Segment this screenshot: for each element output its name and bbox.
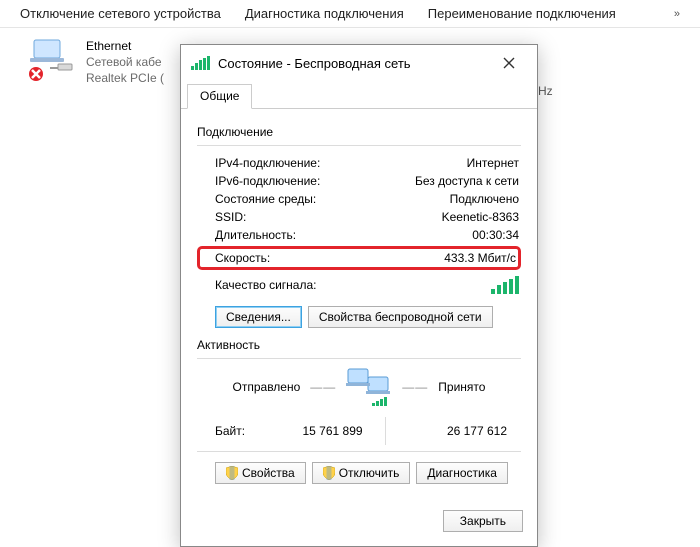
label-bytes: Байт: [215, 424, 245, 438]
action-buttons: Свойства Отключить Диагностика [215, 462, 521, 484]
details-button[interactable]: Сведения... [215, 306, 302, 328]
label-ipv4: IPv4-подключение: [215, 156, 320, 170]
divider [197, 451, 521, 452]
row-ssid: SSID: Keenetic-8363 [197, 208, 521, 226]
toolbar-overflow-icon[interactable]: » [674, 8, 680, 20]
bytes-row: Байт: 15 761 899 26 177 612 [197, 411, 521, 449]
row-media: Состояние среды: Подключено [197, 190, 521, 208]
label-ssid: SSID: [215, 210, 246, 224]
toolbar: Отключение сетевого устройства Диагности… [0, 0, 700, 28]
value-duration: 00:30:34 [472, 228, 519, 242]
row-signal: Качество сигнала: [197, 274, 521, 296]
adapter-name: Ethernet [86, 38, 164, 54]
activity-graphic: Отправлено —— —— Принято [203, 367, 515, 407]
value-bytes-sent: 15 761 899 [245, 424, 380, 438]
close-button[interactable] [489, 51, 529, 75]
dialog-body: Подключение IPv4-подключение: Интернет I… [181, 109, 537, 500]
section-activity-heading: Активность [197, 338, 521, 352]
properties-button[interactable]: Свойства [215, 462, 306, 484]
row-speed: Скорость: 433.3 Мбит/с [197, 246, 521, 270]
value-media: Подключено [450, 192, 519, 206]
label-duration: Длительность: [215, 228, 296, 242]
background-hz-fragment: Hz [538, 84, 553, 98]
dash-icon: —— [402, 380, 428, 394]
toolbar-item-diagnose[interactable]: Диагностика подключения [245, 6, 404, 21]
label-ipv6: IPv6-подключение: [215, 174, 320, 188]
dash-icon: —— [310, 380, 336, 394]
label-signal: Качество сигнала: [215, 278, 491, 292]
label-media: Состояние среды: [215, 192, 316, 206]
wireless-properties-button[interactable]: Свойства беспроводной сети [308, 306, 493, 328]
shield-icon [226, 466, 238, 480]
tabstrip: Общие [181, 83, 537, 109]
row-ipv4: IPv4-подключение: Интернет [197, 154, 521, 172]
adapter-device: Realtek PCIe ( [86, 70, 164, 86]
divider [197, 358, 521, 359]
tab-general[interactable]: Общие [187, 84, 252, 109]
dialog-titlebar: Состояние - Беспроводная сеть [181, 45, 537, 81]
close-dialog-button[interactable]: Закрыть [443, 510, 523, 532]
section-connection-heading: Подключение [197, 125, 521, 139]
adapter-status: Сетевой кабе [86, 54, 164, 70]
value-ipv4: Интернет [467, 156, 519, 170]
dialog-footer: Закрыть [181, 500, 537, 546]
toolbar-item-disable-device[interactable]: Отключение сетевого устройства [20, 6, 221, 21]
label-received: Принято [438, 380, 485, 394]
connection-buttons: Сведения... Свойства беспроводной сети [215, 306, 521, 328]
label-sent: Отправлено [233, 380, 301, 394]
connection-table: IPv4-подключение: Интернет IPv6-подключе… [197, 154, 521, 296]
disable-button-label: Отключить [339, 466, 400, 480]
adapter-ethernet[interactable]: Ethernet Сетевой кабе Realtek PCIe ( [28, 38, 164, 86]
disable-button[interactable]: Отключить [312, 462, 411, 484]
diagnose-button[interactable]: Диагностика [416, 462, 508, 484]
properties-button-label: Свойства [242, 466, 295, 480]
toolbar-item-rename[interactable]: Переименование подключения [428, 6, 616, 21]
divider [197, 145, 521, 146]
wifi-signal-icon [191, 56, 210, 70]
label-speed: Скорость: [215, 251, 270, 265]
shield-icon [323, 466, 335, 480]
network-activity-icon [346, 367, 392, 407]
close-icon [503, 57, 515, 69]
value-ipv6: Без доступа к сети [415, 174, 519, 188]
adapter-text: Ethernet Сетевой кабе Realtek PCIe ( [86, 38, 164, 86]
signal-strength-icon [491, 276, 519, 294]
row-duration: Длительность: 00:30:34 [197, 226, 521, 244]
ethernet-adapter-icon [28, 38, 76, 82]
value-ssid: Keenetic-8363 [442, 210, 519, 224]
value-speed: 433.3 Мбит/с [444, 251, 516, 265]
vertical-divider [385, 417, 386, 445]
dialog-title: Состояние - Беспроводная сеть [218, 56, 489, 71]
status-dialog: Состояние - Беспроводная сеть Общие Подк… [180, 44, 538, 547]
value-bytes-recv: 26 177 612 [390, 424, 511, 438]
row-ipv6: IPv6-подключение: Без доступа к сети [197, 172, 521, 190]
